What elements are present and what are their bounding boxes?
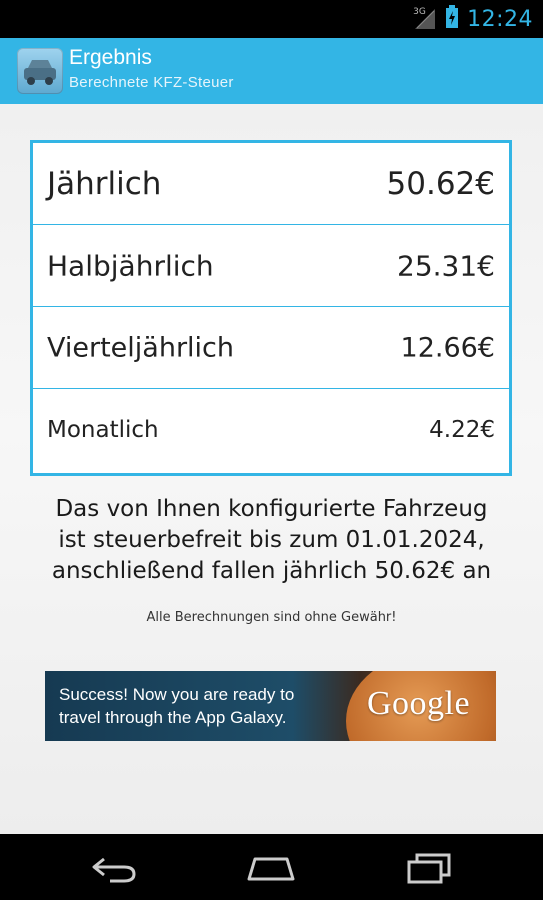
- ad-line: Success! Now you are ready to: [59, 685, 295, 704]
- ad-line: travel through the App Galaxy.: [59, 708, 287, 727]
- recent-apps-button[interactable]: [399, 848, 459, 888]
- page-title: Ergebnis: [69, 46, 152, 69]
- battery-icon: [445, 5, 459, 33]
- result-value: 12.66€: [400, 332, 495, 363]
- clock: 12:24: [467, 6, 533, 32]
- result-label: Jährlich: [47, 165, 162, 202]
- result-row-half-yearly: Halbjährlich 25.31€: [33, 225, 509, 307]
- navigation-bar: [0, 834, 543, 900]
- disclaimer: Alle Berechnungen sind ohne Gewähr!: [146, 610, 397, 625]
- action-bar: Ergebnis Berechnete KFZ-Steuer: [0, 38, 543, 104]
- home-icon: [247, 857, 295, 881]
- status-icons: 3G 12:24: [413, 0, 533, 38]
- result-row-yearly: Jährlich 50.62€: [33, 143, 509, 225]
- back-button[interactable]: [84, 848, 144, 888]
- ad-text: Success! Now you are ready to travel thr…: [59, 683, 359, 729]
- signal-icon: 3G: [413, 7, 437, 31]
- network-type: 3G: [413, 7, 426, 17]
- google-logo: Google: [367, 685, 471, 722]
- result-row-quarterly: Vierteljährlich 12.66€: [33, 307, 509, 389]
- result-label: Vierteljährlich: [47, 332, 235, 363]
- main-content: Jährlich 50.62€ Halbjährlich 25.31€ Vier…: [0, 104, 543, 834]
- ad-banner[interactable]: Success! Now you are ready to travel thr…: [45, 671, 496, 741]
- page-subtitle: Berechnete KFZ-Steuer: [69, 74, 234, 91]
- result-label: Halbjährlich: [47, 249, 214, 282]
- result-value: 25.31€: [397, 249, 495, 282]
- result-label: Monatlich: [47, 416, 159, 443]
- car-icon[interactable]: [17, 48, 63, 94]
- back-icon: [92, 857, 136, 883]
- result-table: Jährlich 50.62€ Halbjährlich 25.31€ Vier…: [30, 140, 512, 476]
- result-row-monthly: Monatlich 4.22€: [33, 389, 509, 470]
- tax-info-text: Das von Ihnen konfigurierte Fahrzeug ist…: [0, 494, 543, 587]
- status-bar: 3G 12:24: [0, 0, 543, 38]
- info-line: anschließend fallen jährlich 50.62€ an: [51, 558, 492, 584]
- recent-apps-icon: [407, 853, 451, 884]
- home-button[interactable]: [241, 848, 301, 888]
- info-line: Das von Ihnen konfigurierte Fahrzeug: [55, 496, 488, 522]
- result-value: 50.62€: [386, 165, 495, 202]
- info-line: ist steuerbefreit bis zum 01.01.2024,: [58, 527, 485, 553]
- result-value: 4.22€: [429, 416, 495, 443]
